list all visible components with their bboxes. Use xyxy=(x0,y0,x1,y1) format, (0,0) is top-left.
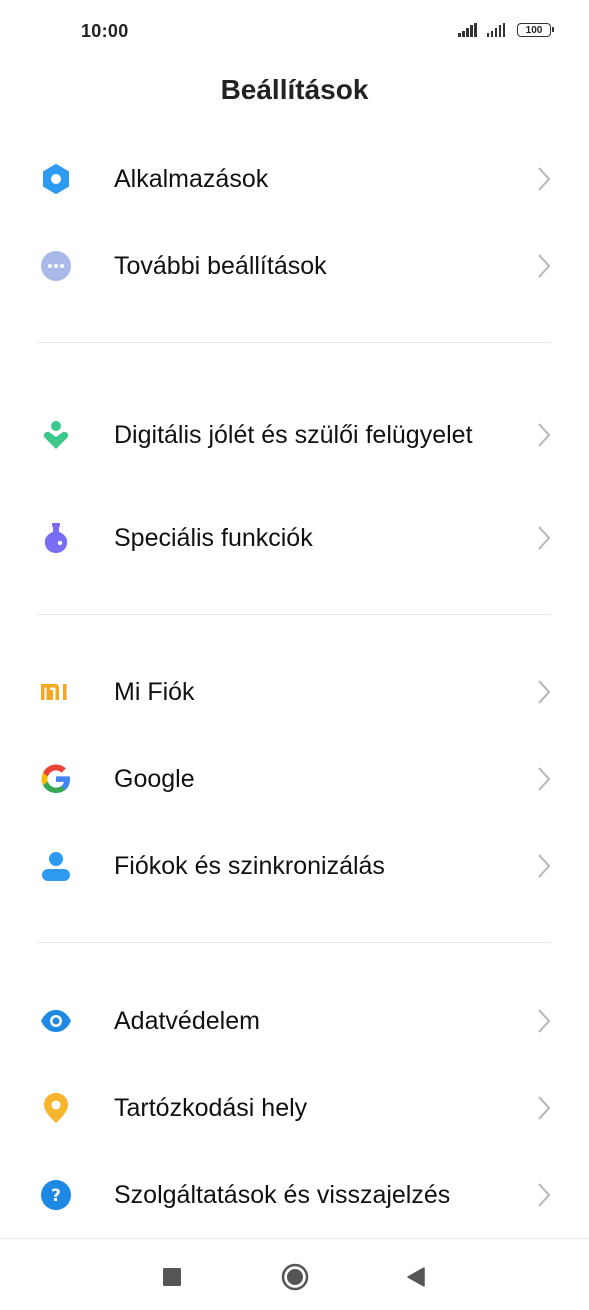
chevron-right-icon xyxy=(538,254,551,278)
chevron-right-icon xyxy=(538,680,551,704)
chevron-right-icon xyxy=(538,1183,551,1207)
settings-item-label: Speciális funkciók xyxy=(114,524,313,552)
help-question-icon: ? xyxy=(40,1179,72,1211)
settings-item-label: Adatvédelem xyxy=(114,1007,260,1035)
settings-item-label: Google xyxy=(114,765,195,793)
location-pin-icon xyxy=(40,1092,72,1124)
chevron-right-icon xyxy=(538,767,551,791)
settings-item-privacy[interactable]: Adatvédelem xyxy=(0,981,589,1061)
recents-square-icon[interactable] xyxy=(154,1259,190,1295)
settings-item-apps[interactable]: Alkalmazások xyxy=(0,139,589,219)
settings-item-location[interactable]: Tartózkodási hely xyxy=(0,1068,589,1148)
settings-item-label: További beállítások xyxy=(114,252,327,280)
settings-item-services-feedback[interactable]: ? Szolgáltatások és visszajelzés xyxy=(0,1155,589,1235)
section-divider xyxy=(38,614,551,615)
digital-wellbeing-icon xyxy=(40,419,72,451)
chevron-right-icon xyxy=(538,1096,551,1120)
eye-icon xyxy=(40,1005,72,1037)
settings-item-accounts-sync[interactable]: Fiókok és szinkronizálás xyxy=(0,826,589,906)
gear-icon xyxy=(40,163,72,195)
battery-icon: 100 xyxy=(517,23,554,37)
navigation-bar xyxy=(0,1238,589,1310)
battery-level: 100 xyxy=(525,24,543,36)
section-divider xyxy=(38,342,551,343)
more-dots-icon xyxy=(40,250,72,282)
settings-item-google[interactable]: Google xyxy=(0,739,589,819)
settings-item-label: Fiókok és szinkronizálás xyxy=(114,852,385,880)
status-icons: 100 xyxy=(458,23,554,37)
home-circle-icon[interactable] xyxy=(277,1259,313,1295)
svg-text:?: ? xyxy=(51,1186,61,1206)
person-icon xyxy=(40,850,72,882)
signal-strength-icon xyxy=(486,23,505,37)
mi-logo-icon xyxy=(40,676,72,708)
settings-item-mi-account[interactable]: Mi Fiók xyxy=(0,652,589,732)
page-title: Beállítások xyxy=(220,74,369,105)
settings-item-label: Digitális jólét és szülői felügyelet xyxy=(114,421,473,449)
back-triangle-icon[interactable] xyxy=(398,1259,434,1295)
section-divider xyxy=(38,942,551,943)
flask-icon xyxy=(40,522,72,554)
status-bar: 10:00 100 xyxy=(0,0,589,66)
settings-item-label: Szolgáltatások és visszajelzés xyxy=(114,1181,451,1209)
chevron-right-icon xyxy=(538,1009,551,1033)
settings-item-label: Mi Fiók xyxy=(114,678,195,706)
google-logo-icon xyxy=(40,763,72,795)
chevron-right-icon xyxy=(538,526,551,550)
status-time: 10:00 xyxy=(81,21,129,41)
settings-item-additional[interactable]: További beállítások xyxy=(0,226,589,306)
chevron-right-icon xyxy=(538,854,551,878)
signal-strength-icon xyxy=(458,23,477,37)
settings-item-label: Alkalmazások xyxy=(114,165,269,193)
settings-item-special-features[interactable]: Speciális funkciók xyxy=(0,498,589,578)
settings-item-digital-wellbeing[interactable]: Digitális jólét és szülői felügyelet xyxy=(0,390,589,480)
settings-item-label: Tartózkodási hely xyxy=(114,1094,308,1122)
chevron-right-icon xyxy=(538,423,551,447)
chevron-right-icon xyxy=(538,167,551,191)
